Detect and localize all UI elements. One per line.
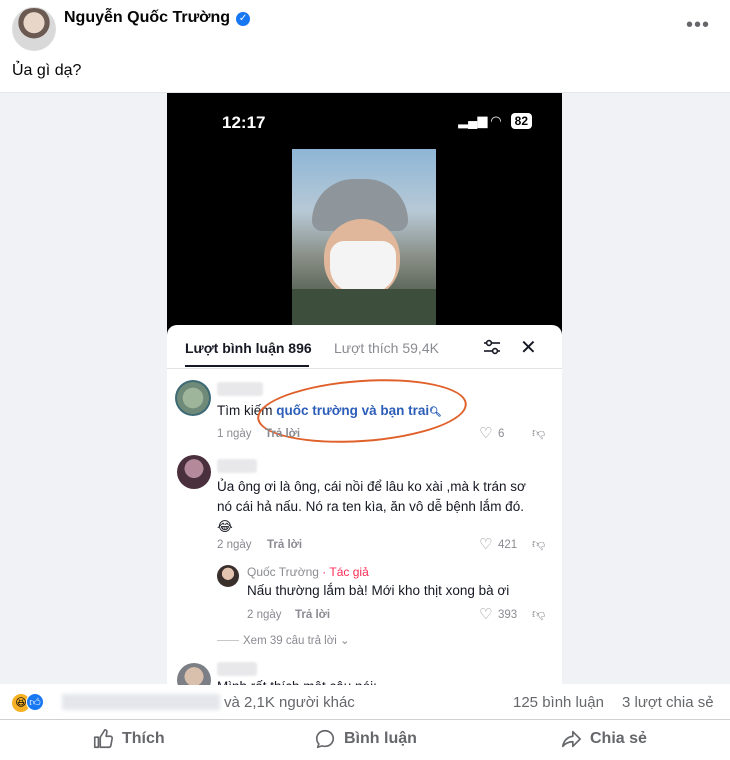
blurred-username: [217, 459, 257, 473]
view-replies-link[interactable]: Xem 39 câu trả lời ⌄: [217, 633, 350, 647]
post-header: Nguyễn Quốc Trường ✓ •••: [0, 0, 730, 60]
comment-avatar[interactable]: [177, 455, 211, 489]
share-arrow-icon: [561, 730, 581, 748]
battery-icon: 82: [510, 113, 532, 129]
author-name-text[interactable]: Nguyễn Quốc Trường: [64, 9, 230, 26]
reply-text: Nấu thường lắm bà! Mới kho thịt xong bà …: [247, 583, 510, 598]
view-replies-text[interactable]: Xem 39 câu trả lời: [243, 635, 337, 647]
shares-count[interactable]: 3 lượt chia sẻ: [622, 694, 714, 711]
wifi-icon: ◠: [491, 113, 502, 128]
reactors-text[interactable]: và 2,1K người khác: [224, 694, 355, 711]
reply-button[interactable]: Trả lời: [265, 428, 300, 440]
comment-time: 1 ngày: [217, 428, 252, 440]
post-media[interactable]: 12:17 ▂▄▆ ◠ 82 Lượt bình luận 896 Lượt t…: [0, 92, 730, 685]
comment-label[interactable]: Bình luận: [344, 730, 417, 748]
face-mask-shape: [330, 241, 396, 293]
comments-sheet: Lượt bình luận 896 Lượt thích 59,4K ✕ Tì…: [167, 325, 562, 685]
reaction-icons[interactable]: 😆 👍︎: [12, 693, 44, 712]
reply-button[interactable]: Trả lời: [267, 539, 302, 551]
comment-bubble-icon: [315, 729, 335, 749]
tab-likes[interactable]: Lượt thích 59,4K: [334, 340, 439, 356]
blurred-username: [217, 662, 257, 676]
signal-icon: ▂▄▆: [458, 113, 488, 128]
heart-icon[interactable]: ♡: [479, 605, 492, 623]
comment-avatar[interactable]: [175, 380, 211, 416]
reactions-bar: 😆 👍︎ và 2,1K người khác 125 bình luận 3 l…: [0, 684, 730, 720]
blurred-reactor-names: [62, 694, 220, 710]
post-actions: Thích Bình luận Chia sẻ: [0, 720, 730, 760]
share-label[interactable]: Chia sẻ: [590, 730, 647, 748]
sheet-divider: [167, 368, 562, 369]
filter-icon[interactable]: [482, 337, 502, 357]
laughing-emoji-icon: 😂: [217, 519, 233, 534]
heart-icon[interactable]: ♡: [479, 424, 492, 442]
reply-author-name[interactable]: Quốc Trường: [247, 565, 319, 579]
more-options-button[interactable]: •••: [686, 14, 710, 37]
dislike-icon[interactable]: 👎︎: [532, 536, 545, 552]
author-avatar[interactable]: [12, 7, 56, 51]
author-tag: · Tác giả: [322, 565, 369, 579]
reply-button[interactable]: Trả lời: [295, 609, 330, 621]
comment-text: Ủa ông ơi là ông, cái nồi để lâu ko xài …: [217, 477, 526, 537]
like-reaction-icon: 👍︎: [26, 693, 44, 711]
tab-comments[interactable]: Lượt bình luận 896: [185, 340, 312, 356]
chevron-down-icon[interactable]: ⌄: [337, 635, 350, 647]
post-caption: Ủa gì dạ?: [12, 62, 82, 79]
like-count: 421: [498, 539, 518, 551]
status-time: 12:17: [222, 113, 266, 132]
video-thumbnail: [292, 149, 436, 327]
status-icons: ▂▄▆ ◠ 82: [458, 113, 532, 129]
dislike-icon[interactable]: 👎︎: [532, 425, 545, 441]
comment-line: nó cái hả nấu. Nó ra ten kìa, ăn vô dễ b…: [217, 499, 524, 514]
verified-badge-icon: ✓: [236, 12, 251, 26]
comment-line: Ủa ông ơi là ông, cái nồi để lâu ko xài …: [217, 479, 526, 494]
close-icon[interactable]: ✕: [520, 335, 537, 360]
dislike-icon[interactable]: 👎︎: [532, 606, 545, 622]
active-tab-indicator: [185, 365, 309, 367]
heart-icon[interactable]: ♡: [479, 535, 492, 553]
like-count: 6: [498, 428, 505, 440]
comment-button[interactable]: Bình luận: [314, 728, 417, 750]
comment-avatar[interactable]: [177, 663, 211, 685]
reply-time: 2 ngày: [247, 609, 282, 621]
comment-time: 2 ngày: [217, 539, 252, 551]
comments-count[interactable]: 125 bình luận: [513, 694, 604, 711]
like-count: 393: [498, 609, 518, 621]
shirt-shape: [292, 289, 436, 327]
comment-avatar[interactable]: [217, 565, 239, 587]
blurred-username: [217, 382, 263, 396]
share-button[interactable]: Chia sẻ: [560, 728, 647, 750]
like-label[interactable]: Thích: [122, 730, 165, 748]
author-name[interactable]: Nguyễn Quốc Trường ✓: [64, 9, 251, 27]
reply-author: Quốc Trường · Tác giả: [247, 565, 369, 579]
like-button[interactable]: Thích: [92, 728, 165, 750]
thumbs-up-icon: [93, 729, 113, 749]
phone-screenshot: 12:17 ▂▄▆ ◠ 82 Lượt bình luận 896 Lượt t…: [167, 93, 562, 685]
